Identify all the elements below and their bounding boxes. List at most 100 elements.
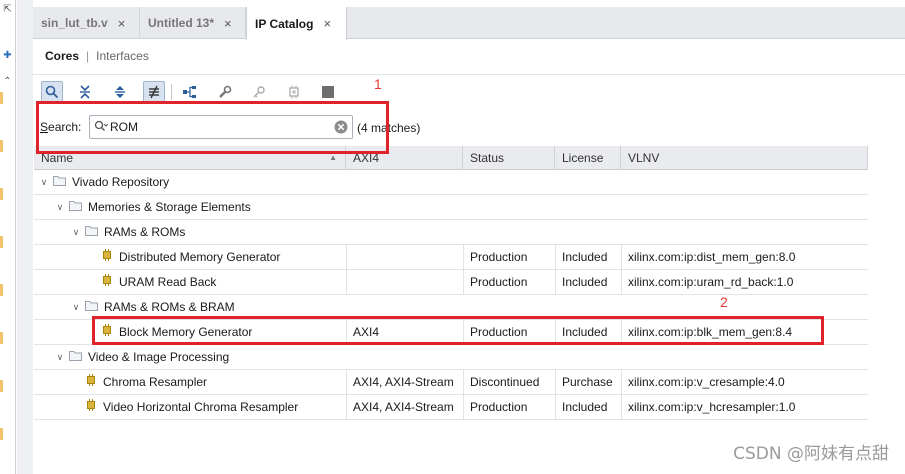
search-box[interactable] — [89, 115, 353, 139]
row-name-label: Video Horizontal Chroma Resampler — [103, 400, 299, 414]
restore-icon[interactable]: ⇱ — [2, 4, 13, 15]
add-icon[interactable]: ✚ — [2, 50, 13, 61]
column-header-status[interactable]: Status — [463, 146, 555, 170]
cell-license: Purchase — [555, 370, 621, 395]
cell-name: ∨ Memories & Storage Elements — [34, 195, 346, 220]
marker-bar — [0, 188, 3, 200]
folder-icon — [85, 220, 98, 245]
marker-bar — [0, 332, 3, 344]
cell-axi4: AXI4, AXI4-Stream — [346, 395, 463, 420]
tab-label: sin_lut_tb.v — [41, 16, 108, 30]
tab-sin-lut-tb[interactable]: sin_lut_tb.v × — [33, 7, 140, 39]
tab-label: IP Catalog — [255, 16, 314, 31]
marker-bar — [0, 92, 3, 104]
table-row[interactable]: URAM Read Back Production Included xilinx.c… — [34, 270, 868, 295]
watermark: CSDN @阿妹有点甜 — [733, 444, 889, 464]
ip-core-icon — [101, 320, 113, 345]
search-label-text: earch: — [48, 120, 82, 134]
folder-icon — [53, 170, 66, 195]
table-row[interactable]: ∨ Vivado Repository — [34, 170, 868, 195]
search-button[interactable] — [41, 81, 63, 103]
search-icon — [45, 85, 59, 99]
ip-core-icon — [85, 370, 97, 395]
filter-icon — [149, 85, 159, 99]
table-row[interactable]: Block Memory Generator AXI4 Production Incl… — [34, 320, 868, 345]
cell-name: Video Horizontal Chroma Resampler — [34, 395, 346, 420]
subtab-interfaces[interactable]: Interfaces — [96, 49, 149, 63]
row-name-label: Chroma Resampler — [103, 375, 208, 389]
sort-up-icon: ▲ — [329, 153, 337, 162]
tab-label: Untitled 13* — [148, 16, 215, 30]
tab-untitled-13[interactable]: Untitled 13* × — [140, 7, 246, 39]
subtab-separator: | — [86, 49, 90, 63]
ip-core-icon — [101, 270, 113, 295]
table-row[interactable]: Video Horizontal Chroma Resampler AXI4, A… — [34, 395, 868, 420]
hierarchy-button[interactable] — [179, 81, 201, 103]
row-name-label: Distributed Memory Generator — [119, 250, 281, 264]
cell-name: Distributed Memory Generator — [34, 245, 346, 270]
collapse-all-button[interactable] — [74, 81, 96, 103]
annotation-number-2: 2 — [720, 294, 728, 310]
cell-name: ∨ Video & Image Processing — [34, 345, 346, 370]
close-icon[interactable]: × — [323, 16, 331, 31]
table-row[interactable]: Distributed Memory Generator Production In… — [34, 245, 868, 270]
wrench-icon — [219, 85, 232, 98]
column-header-axi4[interactable]: AXI4 — [346, 146, 463, 170]
chevron-down-icon[interactable]: ∨ — [38, 170, 50, 195]
cell-name: URAM Read Back — [34, 270, 346, 295]
customize-button[interactable] — [214, 81, 236, 103]
cell-axi4 — [346, 270, 463, 295]
chip-button[interactable] — [283, 81, 305, 103]
cell-status: Discontinued — [463, 370, 555, 395]
stop-icon — [322, 86, 334, 98]
match-count: (4 matches) — [357, 121, 421, 135]
filter-button[interactable] — [143, 81, 165, 103]
chevron-down-icon[interactable]: ∨ — [54, 345, 66, 370]
row-name-label: Memories & Storage Elements — [88, 200, 251, 214]
cell-axi4: AXI4, AXI4-Stream — [346, 370, 463, 395]
cell-name: Block Memory Generator — [34, 320, 346, 345]
close-icon[interactable]: × — [224, 16, 232, 31]
cell-name: Chroma Resampler — [34, 370, 346, 395]
chevron-up-icon[interactable]: ⌃ — [2, 76, 13, 87]
cell-status: Production — [463, 245, 555, 270]
search-icon — [94, 120, 108, 131]
stop-button[interactable] — [317, 81, 339, 103]
catalog-toolbar — [33, 74, 905, 106]
table-row[interactable]: ∨ Video & Image Processing — [34, 345, 868, 370]
folder-icon — [85, 295, 98, 320]
clear-icon[interactable] — [334, 120, 348, 134]
marker-bar — [0, 236, 3, 248]
expand-all-button[interactable] — [109, 81, 131, 103]
table-row[interactable]: ∨ RAMs & ROMs & BRAM — [34, 295, 868, 320]
chevron-down-icon[interactable]: ∨ — [70, 220, 82, 245]
table-row[interactable]: ∨ Memories & Storage Elements — [34, 195, 868, 220]
column-header-name[interactable]: Name ▲ — [34, 146, 346, 170]
expand-all-icon — [115, 86, 125, 98]
chevron-down-icon[interactable]: ∨ — [70, 295, 82, 320]
license-button[interactable] — [248, 81, 270, 103]
row-name-label: URAM Read Back — [119, 275, 217, 289]
column-header-vlnv[interactable]: VLNV — [621, 146, 868, 170]
subtab-cores[interactable]: Cores — [45, 49, 79, 63]
chevron-down-icon[interactable]: ∨ — [54, 195, 66, 220]
marker-bar — [0, 284, 3, 296]
search-input[interactable] — [110, 118, 330, 136]
cell-axi4: AXI4 — [346, 320, 463, 345]
tab-ip-catalog[interactable]: IP Catalog × — [246, 7, 347, 40]
cell-name: ∨ RAMs & ROMs & BRAM — [34, 295, 346, 320]
collapse-all-icon — [80, 85, 90, 99]
close-icon[interactable]: × — [118, 16, 126, 31]
cell-vlnv: xilinx.com:ip:v_cresample:4.0 — [621, 370, 868, 395]
left-side-strip: ⇱ ✚ ⌃ — [0, 0, 16, 474]
column-header-license[interactable]: License — [555, 146, 621, 170]
cell-status: Production — [463, 395, 555, 420]
folder-icon — [69, 195, 82, 220]
ip-core-icon — [85, 395, 97, 420]
row-name-label: RAMs & ROMs — [104, 225, 186, 239]
cell-vlnv: xilinx.com:ip:blk_mem_gen:8.4 — [621, 320, 868, 345]
table-row[interactable]: Chroma Resampler AXI4, AXI4-Stream Discont… — [34, 370, 868, 395]
cell-vlnv: xilinx.com:ip:uram_rd_back:1.0 — [621, 270, 868, 295]
chip-icon — [289, 85, 299, 99]
table-row[interactable]: ∨ RAMs & ROMs — [34, 220, 868, 245]
